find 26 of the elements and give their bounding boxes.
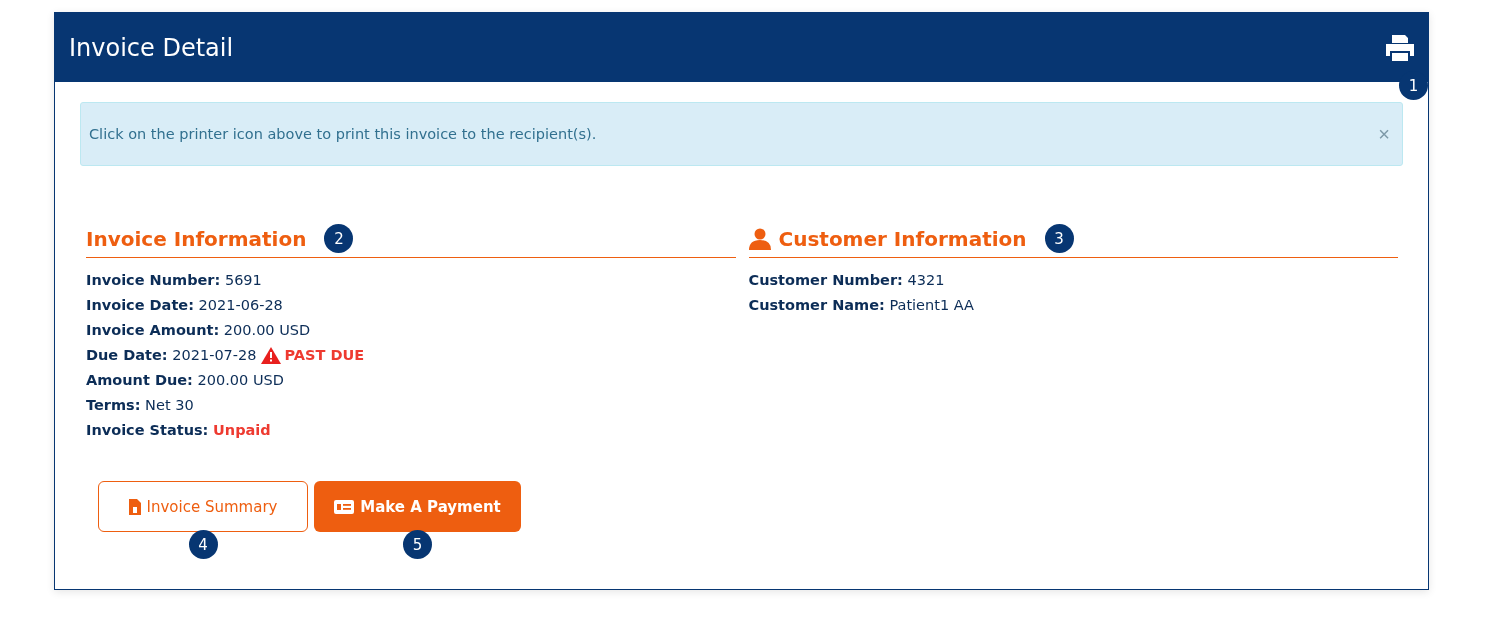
callout-marker: 5 [403, 530, 432, 559]
field-text: Amount Due: 200.00 USD [86, 371, 284, 390]
field-text: Terms: Net 30 [86, 396, 194, 415]
field-text: Invoice Amount: 200.00 USD [86, 321, 311, 340]
payment-card-icon [334, 499, 355, 514]
past-due-label: PAST DUE [284, 346, 365, 365]
person-icon [748, 227, 771, 250]
warning-icon [260, 347, 281, 364]
field-text: Customer Number: 4321 [748, 271, 945, 290]
page-title: Invoice Detail [69, 33, 234, 62]
callout-marker: 4 [188, 530, 218, 559]
field-text: Invoice Status: Unpaid [86, 421, 271, 440]
field-text: Due Date: 2021-07-28 [86, 346, 257, 365]
section-title: Invoice Information [86, 226, 307, 251]
callout-marker: 3 [1044, 224, 1074, 253]
printer-icon[interactable] [1384, 32, 1416, 63]
field-text: Customer Name: Patient1 AA [748, 296, 974, 315]
summary-button[interactable]: Invoice Summary [98, 481, 308, 532]
close-button[interactable]: × [1378, 122, 1390, 146]
payment-button[interactable]: Make A Payment [314, 481, 521, 532]
callout-marker: 2 [324, 224, 354, 253]
document-icon [128, 498, 141, 515]
alert-message: Click on the printer icon above to print this invoice to the recipient(s). [89, 126, 597, 142]
field-text: Invoice Date: 2021-06-28 [86, 296, 283, 315]
section-title: Customer Information [778, 226, 1027, 251]
field-text: Invoice Number: 5691 [86, 271, 262, 290]
